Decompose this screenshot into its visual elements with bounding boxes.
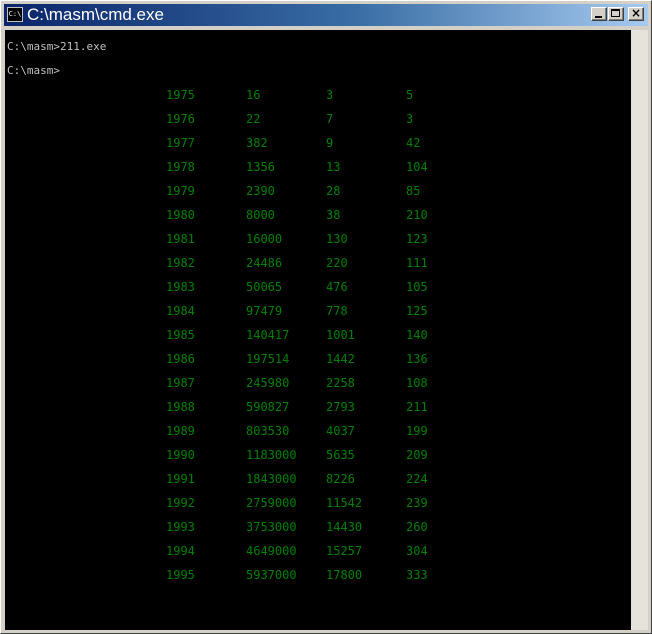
table-cell: 5635 <box>326 448 355 462</box>
table-cell: 17800 <box>326 568 363 582</box>
table-cell: 3753000 <box>246 520 297 534</box>
table-cell: 42 <box>406 136 421 150</box>
table-cell: 382 <box>246 136 268 150</box>
table-cell: 1993 <box>166 520 195 534</box>
table-cell: 1981 <box>166 232 195 246</box>
table-cell: 2258 <box>326 376 355 390</box>
close-button[interactable]: × <box>628 6 644 21</box>
table-cell: 197514 <box>246 352 290 366</box>
table-cell: 1978 <box>166 160 195 174</box>
table-cell: 13 <box>326 160 341 174</box>
table-cell: 1992 <box>166 496 195 510</box>
table-cell: 1987 <box>166 376 195 390</box>
table-cell: 15257 <box>326 544 363 558</box>
table-cell: 24486 <box>246 256 283 270</box>
table-cell: 104 <box>406 160 428 174</box>
table-cell: 22 <box>246 112 261 126</box>
table-cell: 1442 <box>326 352 355 366</box>
table-cell: 111 <box>406 256 428 270</box>
console-app-icon[interactable]: C:\ <box>7 7 23 22</box>
table-cell: 50065 <box>246 280 283 294</box>
table-cell: 4037 <box>326 424 355 438</box>
maximize-button[interactable] <box>608 7 624 21</box>
table-cell: 105 <box>406 280 428 294</box>
table-cell: 199 <box>406 424 428 438</box>
table-cell: 1990 <box>166 448 195 462</box>
table-cell: 803530 <box>246 424 290 438</box>
table-cell: 220 <box>326 256 348 270</box>
maximize-icon <box>611 9 620 17</box>
table-cell: 1977 <box>166 136 195 150</box>
table-cell: 2759000 <box>246 496 297 510</box>
table-cell: 140 <box>406 328 428 342</box>
table-cell: 9 <box>326 136 334 150</box>
table-cell: 1984 <box>166 304 195 318</box>
table-cell: 16 <box>246 88 261 102</box>
table-cell: 1994 <box>166 544 195 558</box>
table-cell: 1988 <box>166 400 195 414</box>
minimize-icon <box>595 16 602 18</box>
table-cell: 38 <box>326 208 341 222</box>
table-cell: 1976 <box>166 112 195 126</box>
table-cell: 224 <box>406 472 428 486</box>
console-window: C:\ C:\masm\cmd.exe × C:\masm>211.exe C:… <box>0 0 652 634</box>
table-cell: 7 <box>326 112 334 126</box>
table-cell: 14430 <box>326 520 363 534</box>
table-cell: 108 <box>406 376 428 390</box>
table-cell: 1979 <box>166 184 195 198</box>
table-cell: 1986 <box>166 352 195 366</box>
table-cell: 476 <box>326 280 348 294</box>
table-cell: 1001 <box>326 328 355 342</box>
table-cell: 5937000 <box>246 568 297 582</box>
table-cell: 85 <box>406 184 421 198</box>
table-cell: 239 <box>406 496 428 510</box>
table-cell: 140417 <box>246 328 290 342</box>
table-cell: 1991 <box>166 472 195 486</box>
table-cell: 1843000 <box>246 472 297 486</box>
table-cell: 125 <box>406 304 428 318</box>
table-cell: 1983 <box>166 280 195 294</box>
table-cell: 123 <box>406 232 428 246</box>
table-cell: 211 <box>406 400 428 414</box>
minimize-button[interactable] <box>591 7 607 21</box>
table-cell: 8000 <box>246 208 275 222</box>
table-cell: 5 <box>406 88 414 102</box>
table-cell: 1995 <box>166 568 195 582</box>
table-cell: 28 <box>326 184 341 198</box>
window-title: C:\masm\cmd.exe <box>27 5 164 24</box>
title-bar[interactable]: C:\ C:\masm\cmd.exe × <box>4 4 648 26</box>
table-cell: 304 <box>406 544 428 558</box>
table-cell: 209 <box>406 448 428 462</box>
close-icon: × <box>630 6 642 20</box>
table-cell: 260 <box>406 520 428 534</box>
table-cell: 210 <box>406 208 428 222</box>
vertical-scrollbar[interactable] <box>631 30 648 630</box>
table-cell: 1975 <box>166 88 195 102</box>
table-cell: 333 <box>406 568 428 582</box>
table-cell: 16000 <box>246 232 283 246</box>
table-cell: 590827 <box>246 400 290 414</box>
table-cell: 1356 <box>246 160 275 174</box>
table-cell: 1989 <box>166 424 195 438</box>
table-cell: 778 <box>326 304 348 318</box>
table-cell: 136 <box>406 352 428 366</box>
command-line: C:\masm>211.exe <box>7 40 107 53</box>
table-cell: 130 <box>326 232 348 246</box>
table-cell: 1982 <box>166 256 195 270</box>
prompt-line: C:\masm> <box>7 64 60 77</box>
table-cell: 97479 <box>246 304 283 318</box>
console-output[interactable]: C:\masm>211.exe C:\masm> 1975 16 3 5 1976 22 7… <box>5 30 631 630</box>
table-cell: 245980 <box>246 376 290 390</box>
table-cell: 4649000 <box>246 544 297 558</box>
table-cell: 3 <box>326 88 334 102</box>
table-cell: 1183000 <box>246 448 297 462</box>
table-cell: 3 <box>406 112 414 126</box>
table-cell: 8226 <box>326 472 355 486</box>
table-cell: 1980 <box>166 208 195 222</box>
table-cell: 11542 <box>326 496 363 510</box>
table-cell: 2793 <box>326 400 355 414</box>
table-cell: 2390 <box>246 184 275 198</box>
table-cell: 1985 <box>166 328 195 342</box>
